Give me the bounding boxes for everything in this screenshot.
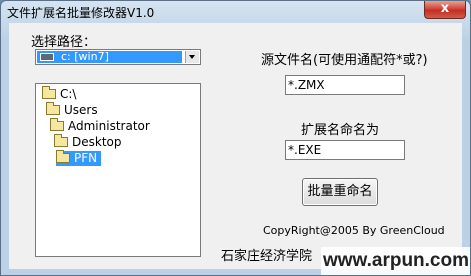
source-ext-label: 源文件名(可使用通配符*或?) <box>261 53 428 68</box>
folder-open-icon <box>42 86 56 99</box>
drive-icon <box>40 53 54 61</box>
copyright-text: CopyRight@2005 By GreenCloud <box>263 224 445 237</box>
app-window: 文件扩展名批量修改器V1.0 x 选择路径： c: [win7] C:\ Use… <box>0 0 471 276</box>
drive-value: c: [win7] <box>61 50 109 63</box>
client-area: 选择路径： c: [win7] C:\ Users Administrator … <box>9 23 462 269</box>
batch-rename-button[interactable]: 批量重命名 <box>302 178 378 206</box>
directory-item[interactable]: C:\ <box>42 86 77 102</box>
folder-open-icon <box>56 150 70 163</box>
folder-open-icon <box>54 134 68 147</box>
directory-item-selected[interactable]: PFN <box>56 150 102 166</box>
drive-select[interactable]: c: [win7] <box>35 49 201 65</box>
target-ext-label: 扩展名命名为 <box>301 123 380 138</box>
target-ext-input[interactable]: *.EXE <box>285 140 405 160</box>
directory-item-label: C:\ <box>60 87 77 101</box>
folder-open-icon <box>50 118 64 131</box>
title-bar[interactable]: 文件扩展名批量修改器V1.0 x <box>1 1 470 23</box>
path-label: 选择路径： <box>31 35 97 50</box>
close-button[interactable]: x <box>424 1 466 19</box>
directory-item-label: Desktop <box>72 135 122 149</box>
window-title: 文件扩展名批量修改器V1.0 <box>7 6 155 20</box>
source-ext-input[interactable]: *.ZMX <box>285 75 405 95</box>
directory-item-label: PFN <box>74 151 98 165</box>
folder-open-icon <box>46 102 60 115</box>
directory-item[interactable]: Desktop <box>54 134 122 150</box>
directory-item[interactable]: Users <box>46 102 98 118</box>
watermark: www.arpun.com <box>321 247 470 275</box>
directory-item-label: Users <box>64 103 98 117</box>
directory-item-label: Administrator <box>68 119 150 133</box>
directory-item[interactable]: Administrator <box>50 118 150 134</box>
drive-selected-item: c: [win7] <box>37 50 182 63</box>
directory-list[interactable]: C:\ Users Administrator Desktop PFN <box>35 83 201 257</box>
school-text: 石家庄经济学院 <box>221 249 313 264</box>
chevron-down-icon[interactable] <box>185 51 199 63</box>
